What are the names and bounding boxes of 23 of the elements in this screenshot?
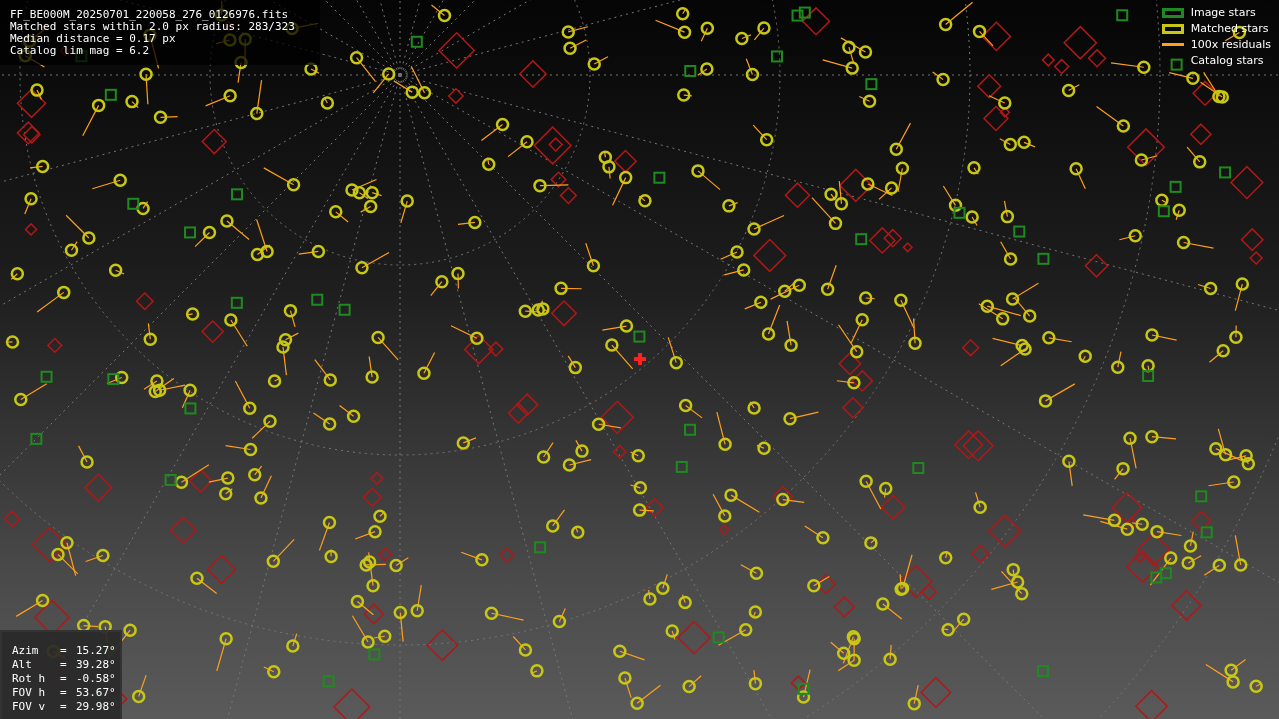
parameter-value: 53.67° bbox=[76, 686, 116, 700]
parameter-name: Rot h bbox=[12, 672, 47, 686]
parameter-value: 39.28° bbox=[76, 658, 116, 672]
info-text: FF_BE000M_20250701_220058_276_0126976.fits bbox=[10, 9, 290, 21]
legend-label: Matched stars bbox=[1190, 22, 1269, 35]
parameter-name: Alt bbox=[12, 658, 33, 672]
parameter-value: 29.98° bbox=[76, 700, 116, 714]
info-text: Matched stars within 2.0 px radius: 283/323 bbox=[10, 21, 296, 33]
info-text: Median distance = 0.17 px bbox=[10, 33, 177, 45]
legend-label: Catalog stars bbox=[1190, 54, 1264, 67]
legend-label: Image stars bbox=[1190, 6, 1256, 19]
equals-sign: = bbox=[60, 658, 68, 672]
parameter-name: Azim bbox=[12, 644, 40, 658]
equals-sign: = bbox=[60, 672, 68, 686]
equals-sign: = bbox=[60, 644, 68, 658]
info-text: Catalog lim mag = 6.2 bbox=[10, 45, 151, 57]
parameter-value: -0.58° bbox=[76, 672, 116, 686]
parameter-value: 15.27° bbox=[76, 644, 116, 658]
parameter-name: FOV h bbox=[12, 686, 47, 700]
parameter-name: FOV v bbox=[12, 700, 47, 714]
equals-sign: = bbox=[60, 700, 68, 714]
equals-sign: = bbox=[60, 686, 68, 700]
legend-label: 100x residuals bbox=[1190, 38, 1271, 51]
